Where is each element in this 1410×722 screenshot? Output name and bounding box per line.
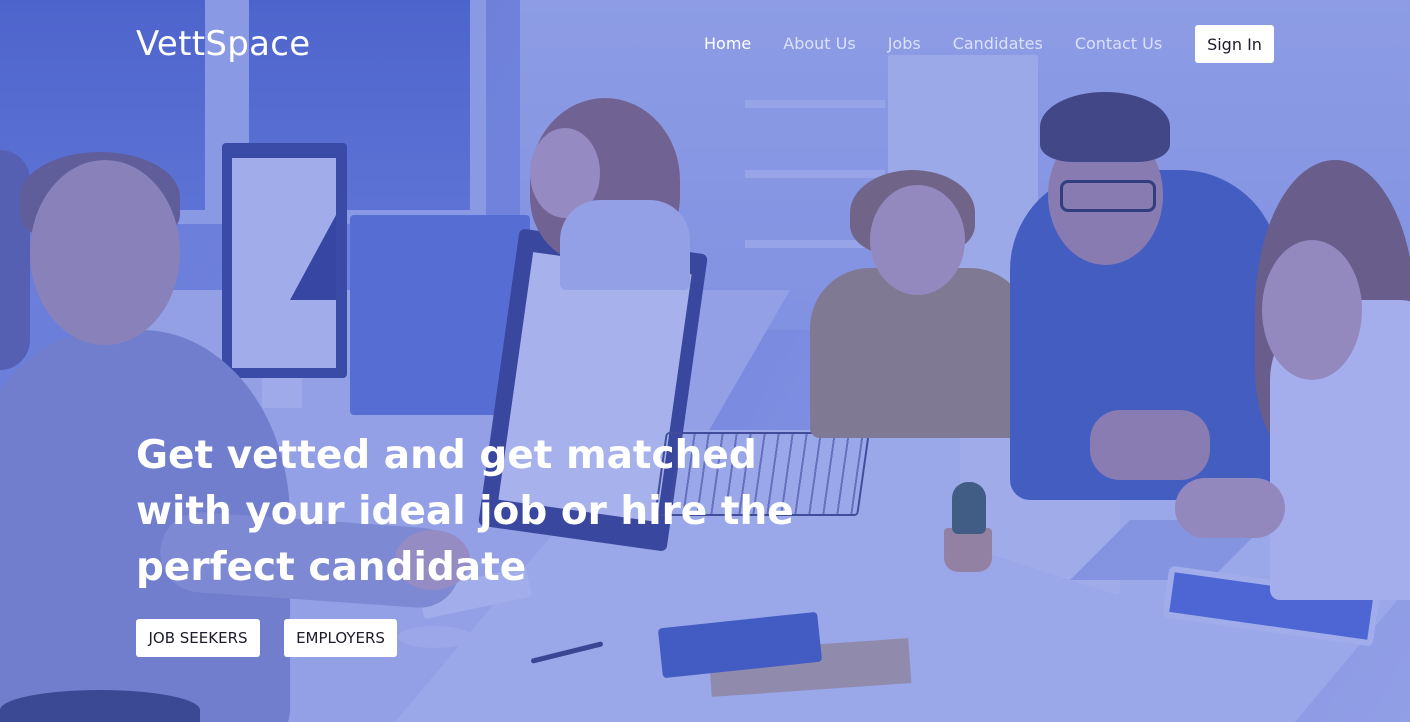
- nav-item-jobs[interactable]: Jobs: [888, 34, 921, 53]
- nav-item-home[interactable]: Home: [704, 34, 751, 53]
- top-navigation: VettSpace Home About Us Jobs Candidates …: [0, 0, 1410, 90]
- sign-in-button[interactable]: Sign In: [1195, 25, 1274, 63]
- employers-button[interactable]: EMPLOYERS: [284, 619, 397, 657]
- nav-menu: Home About Us Jobs Candidates Contact Us: [704, 34, 1194, 53]
- hero-headline: Get vetted and get matched with your ide…: [136, 433, 794, 590]
- job-seekers-button[interactable]: JOB SEEKERS: [136, 619, 260, 657]
- hero-overlay: [0, 0, 1410, 722]
- hero-section: VettSpace Home About Us Jobs Candidates …: [0, 0, 1410, 722]
- nav-item-candidates[interactable]: Candidates: [953, 34, 1043, 53]
- nav-item-contact-us[interactable]: Contact Us: [1075, 34, 1162, 53]
- brand-logo[interactable]: VettSpace: [136, 24, 311, 64]
- nav-item-about-us[interactable]: About Us: [783, 34, 855, 53]
